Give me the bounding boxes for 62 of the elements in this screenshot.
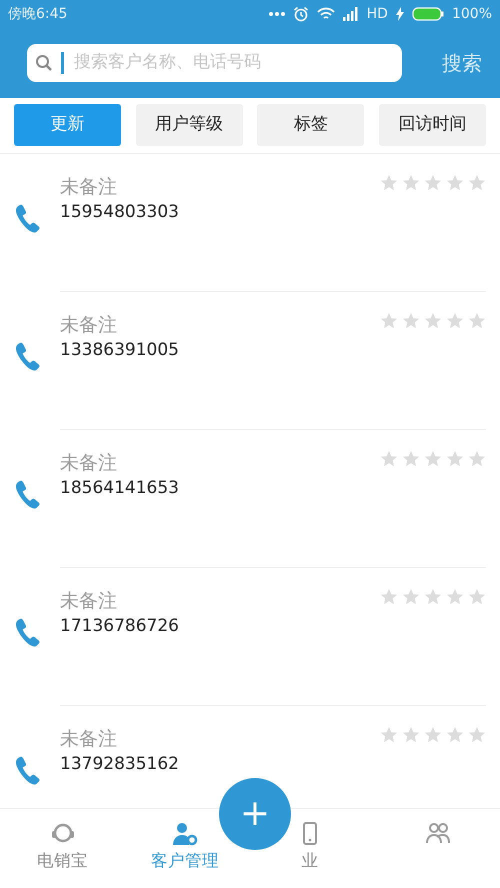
star-icon <box>424 174 442 192</box>
phone-number: 18564141653 <box>60 477 180 500</box>
search-input[interactable]: 搜索客户名称、电话号码 <box>72 49 372 77</box>
network-label: HD <box>366 4 388 24</box>
star-rating[interactable] <box>380 312 486 330</box>
more-icon <box>268 11 285 17</box>
phone-number: 13792835162 <box>60 753 180 776</box>
note-text: 未备注 <box>60 727 118 752</box>
star-icon <box>402 588 420 606</box>
battery-icon <box>412 7 444 21</box>
star-icon <box>402 312 420 330</box>
nav-tab[interactable]: 业 <box>297 821 323 871</box>
search-icon <box>35 54 53 72</box>
filter-tab[interactable]: 标签 <box>257 104 364 146</box>
star-icon <box>424 726 442 744</box>
star-icon <box>424 588 442 606</box>
note-text: 未备注 <box>60 451 118 476</box>
star-icon <box>380 174 398 192</box>
star-icon <box>402 726 420 744</box>
star-rating[interactable] <box>380 174 486 192</box>
star-icon <box>446 174 464 192</box>
star-icon <box>402 450 420 468</box>
filter-tab[interactable]: 回访时间 <box>378 104 486 146</box>
filter-tab[interactable]: 用户等级 <box>136 104 243 146</box>
note-text: 未备注 <box>60 313 118 338</box>
star-icon <box>446 726 464 744</box>
star-icon <box>446 450 464 468</box>
wifi-icon <box>316 7 335 21</box>
star-icon <box>468 450 486 468</box>
star-icon <box>468 174 486 192</box>
star-icon <box>468 312 486 330</box>
charging-icon <box>396 7 404 21</box>
search-field[interactable]: 搜索客户名称、电话号码 <box>27 44 402 82</box>
nav-tab[interactable]: 客户管理 <box>151 821 219 871</box>
star-icon <box>468 726 486 744</box>
phone-number: 15954803303 <box>60 201 180 224</box>
star-icon <box>468 588 486 606</box>
note-text: 未备注 <box>60 175 118 200</box>
star-rating[interactable] <box>380 588 486 606</box>
person-gear-icon <box>172 821 198 847</box>
star-icon <box>380 726 398 744</box>
search-button[interactable]: 搜索 <box>438 48 486 78</box>
phone-number: 13386391005 <box>60 339 180 362</box>
star-icon <box>380 450 398 468</box>
note-text: 未备注 <box>60 589 118 614</box>
signal-icon <box>342 7 359 21</box>
nav-tab[interactable]: 电销宝 <box>37 821 88 871</box>
star-icon <box>446 588 464 606</box>
battery-percent: 100% <box>452 4 492 24</box>
star-icon <box>424 450 442 468</box>
star-icon <box>424 312 442 330</box>
phone-number: 17136786726 <box>60 615 180 638</box>
star-icon <box>380 588 398 606</box>
star-icon <box>446 312 464 330</box>
add-button[interactable]: + <box>219 778 291 850</box>
star-icon <box>402 174 420 192</box>
clock-time: 傍晚6:45 <box>8 4 68 24</box>
star-icon <box>380 312 398 330</box>
alarm-icon <box>292 6 309 22</box>
star-rating[interactable] <box>380 450 486 468</box>
star-rating[interactable] <box>380 726 486 744</box>
filter-tab[interactable]: 更新 <box>14 104 121 146</box>
